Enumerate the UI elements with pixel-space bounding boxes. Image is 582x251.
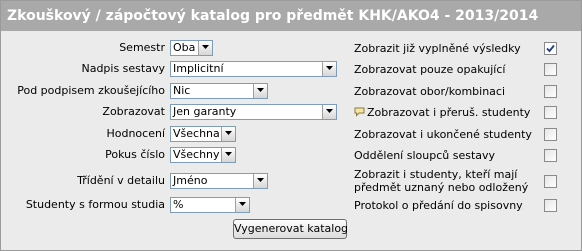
sorting-select[interactable]: Jméno (170, 173, 268, 189)
chevron-down-icon (198, 41, 212, 55)
option-interrupted-students-checkbox[interactable] (544, 106, 557, 119)
option-separate-columns-checkbox[interactable] (544, 149, 557, 162)
chevron-down-icon (322, 105, 336, 119)
chevron-down-icon (253, 84, 267, 98)
semester-value: Oba (173, 41, 196, 54)
report-title-select[interactable]: Implicitní (170, 61, 337, 77)
option-repeating-only-label: Zobrazovat pouze opakující (354, 63, 506, 76)
sorting-value: Jméno (173, 174, 208, 187)
option-recognized-students-checkbox[interactable] (544, 175, 557, 188)
report-title-value: Implicitní (173, 62, 224, 75)
report-title-label: Nadpis sestavy (81, 62, 165, 75)
semester-select[interactable]: Oba (170, 40, 213, 56)
speech-bubble-icon (354, 107, 365, 120)
panel-title: Zkouškový / zápočtový katalog pro předmě… (1, 1, 581, 31)
checkmark-icon (546, 44, 555, 53)
attempt-label: Pokus číslo (105, 148, 165, 161)
display-select[interactable]: Jen garanty (170, 104, 337, 120)
option-show-filled-results-label: Zobrazit již vyplněné výsledky (354, 42, 521, 55)
option-finished-students-label: Zobrazovat i ukončené studenty (354, 128, 532, 141)
generate-catalog-button[interactable]: Vygenerovat katalog (233, 219, 348, 239)
signature-label: Pod podpisem zkoušejícího (17, 84, 165, 97)
chevron-down-icon (235, 198, 249, 212)
study-form-select[interactable]: % (170, 197, 250, 213)
option-recognized-line1: Zobrazit i studenty, kteří mají (354, 168, 518, 181)
option-show-filled-results-checkbox[interactable] (544, 42, 557, 55)
chevron-down-icon (221, 148, 235, 162)
option-recognized-line2: předmět uznaný nebo odložený (354, 181, 529, 194)
study-form-value: % (173, 198, 184, 211)
grading-label: Hodnocení (106, 127, 165, 140)
display-value: Jen garanty (173, 105, 237, 118)
option-show-field-checkbox[interactable] (544, 85, 557, 98)
chevron-down-icon (253, 174, 267, 188)
grading-value: Všechna (173, 127, 220, 140)
grading-select[interactable]: Všechna (170, 126, 236, 142)
signature-select[interactable]: Nic (170, 83, 268, 99)
option-archive-protocol-checkbox[interactable] (544, 199, 557, 212)
option-interrupted-students-label: Zobrazovat i přeruš. studenty (367, 106, 531, 119)
study-form-label: Studenty s formou studia (25, 198, 165, 211)
option-recognized-students-label: Zobrazit i studenty, kteří mají předmět … (354, 168, 528, 194)
option-finished-students-checkbox[interactable] (544, 128, 557, 141)
option-archive-protocol-label: Protokol o předání do spisovny (354, 199, 523, 212)
display-label: Zobrazovat (102, 105, 165, 118)
chevron-down-icon (221, 127, 235, 141)
option-repeating-only-checkbox[interactable] (544, 63, 557, 76)
option-show-field-label: Zobrazovat obor/kombinaci (354, 85, 506, 98)
semester-label: Semestr (119, 41, 165, 54)
chevron-down-icon (322, 62, 336, 76)
attempt-value: Všechny (173, 148, 220, 161)
sorting-label: Třídění v detailu (77, 174, 165, 187)
option-interrupted-students: Zobrazovat i přeruš. studenty (354, 106, 530, 120)
attempt-select[interactable]: Všechny (170, 147, 236, 163)
signature-value: Nic (173, 84, 191, 97)
catalog-panel: Zkouškový / zápočtový katalog pro předmě… (0, 0, 582, 251)
option-separate-columns-label: Oddělení sloupců sestavy (354, 149, 496, 162)
